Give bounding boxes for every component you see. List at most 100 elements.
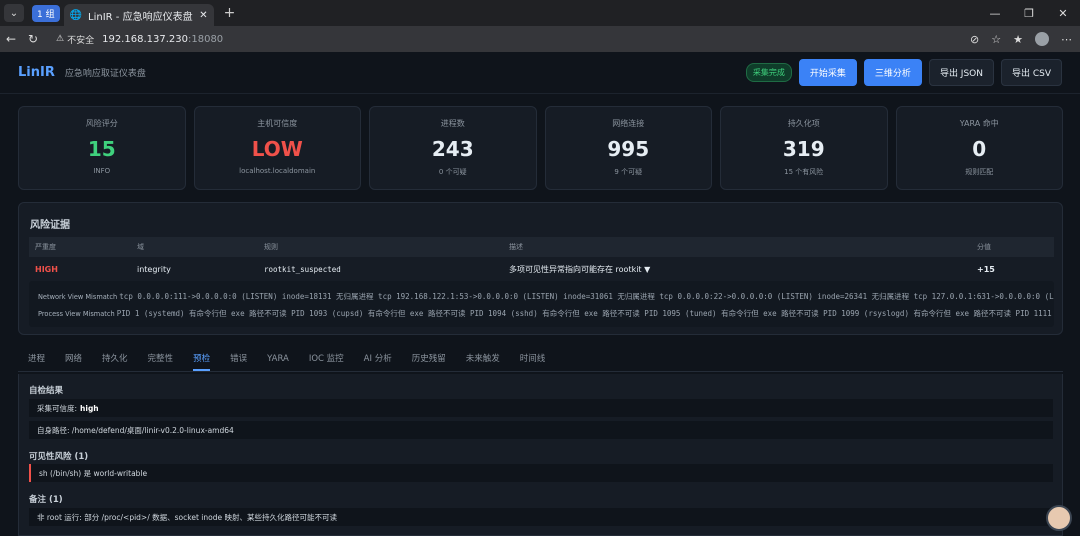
- tab-history[interactable]: 历史残留: [412, 352, 446, 371]
- new-tab-button[interactable]: +: [224, 5, 236, 21]
- card-label: 进程数: [440, 119, 465, 128]
- item-text: 非 root 运行: 部分 /proc/<pid>/ 数据、socket ino…: [37, 512, 337, 522]
- back-icon[interactable]: ←: [0, 32, 22, 46]
- card-process-count: 进程数 243 0 个可疑: [369, 106, 537, 190]
- card-label: 持久化项: [787, 119, 820, 128]
- tab-errors[interactable]: 错误: [230, 352, 247, 371]
- card-value: 995: [607, 137, 650, 161]
- app-subtitle: 应急响应取证仪表盘: [64, 69, 146, 79]
- card-value: LOW: [251, 137, 303, 161]
- address-bar-row: ← ↻ ⚠ 不安全 192.168.137.230:18080 ⊘ ☆ ★ ⋯: [0, 26, 1080, 52]
- detail-label: Process View Mismatch: [38, 310, 115, 318]
- desc-cell[interactable]: 多项可见性异常指向可能存在 rootkit ▼: [509, 264, 650, 275]
- favorites-icon[interactable]: ★: [1013, 33, 1023, 46]
- risk-title: 风险证据: [30, 220, 70, 231]
- risk-table-header: 严重度 域 规则 描述 分值: [29, 237, 1054, 257]
- app-logo: LinIR: [18, 65, 55, 80]
- card-note: 15 个有风险: [784, 168, 824, 176]
- tab-ai[interactable]: AI 分析: [364, 352, 392, 371]
- tab-search-button[interactable]: ⌄: [4, 4, 24, 22]
- card-persistence: 持久化项 319 15 个有风险: [720, 106, 888, 190]
- detail-text: PID 1 (systemd) 有命令行但 exe 路径不可读 PID 1093…: [116, 309, 1054, 318]
- section-tabs: 进程 网络 持久化 完整性 预检 错误 YARA IOC 监控 AI 分析 历史…: [18, 348, 1063, 372]
- col-score: 分值: [977, 243, 991, 251]
- list-item: 采集可信度: high: [29, 399, 1053, 417]
- tab-group-label[interactable]: 1 组: [32, 4, 60, 22]
- list-item: 自身路径: /home/defend/桌面/linir-v0.2.0-linux…: [29, 421, 1053, 439]
- tab-future[interactable]: 未来触发: [466, 352, 500, 371]
- card-label: 风险评分: [85, 119, 118, 128]
- export-json-button[interactable]: 导出 JSON: [928, 59, 994, 86]
- window-controls: — ❐ ✕: [978, 0, 1080, 26]
- section-visibility-risk: 可见性风险 (1): [29, 452, 89, 462]
- browser-tab[interactable]: 🌐 LinIR - 应急响应仪表盘 ✕: [63, 4, 214, 26]
- browser-chrome: ⌄ 1 组 🌐 LinIR - 应急响应仪表盘 ✕ + — ❐ ✕ ← ↻ ⚠ 不…: [0, 0, 1080, 52]
- assistant-avatar-button[interactable]: [1046, 505, 1072, 531]
- url-port: :18080: [187, 33, 224, 45]
- tab-ioc[interactable]: IOC 监控: [309, 352, 344, 371]
- more-icon[interactable]: ⋯: [1061, 33, 1072, 46]
- tab-timeline[interactable]: 时间线: [520, 352, 546, 371]
- card-note: 0 个可疑: [438, 168, 467, 176]
- card-label: YARA 命中: [959, 119, 999, 128]
- tab-network[interactable]: 网络: [65, 352, 82, 371]
- card-note: INFO: [93, 167, 111, 175]
- risk-evidence-panel: 风险证据 严重度 域 规则 描述 分值 HIGH integrity rootk…: [18, 202, 1063, 335]
- rule-cell: rootkit_suspected: [264, 264, 341, 274]
- close-icon[interactable]: ✕: [199, 10, 207, 21]
- address-bar-icons: ⊘ ☆ ★ ⋯: [970, 26, 1072, 52]
- card-note: 规则匹配: [965, 168, 994, 176]
- close-window-icon[interactable]: ✕: [1046, 0, 1080, 26]
- translate-icon[interactable]: ⊘: [970, 33, 979, 46]
- tab-precheck[interactable]: 预检: [193, 352, 211, 371]
- 3d-analysis-button[interactable]: 三维分析: [863, 59, 922, 86]
- network-mismatch-line: Network View Mismatch tcp 0.0.0.0:111->0…: [38, 291, 1054, 302]
- card-yara: YARA 命中 0 规则匹配: [895, 106, 1063, 190]
- card-value: 243: [431, 137, 474, 161]
- item-text: 自身路径: /home/defend/桌面/linir-v0.2.0-linux…: [37, 425, 234, 435]
- star-icon[interactable]: ☆: [991, 33, 1001, 46]
- tab-integrity[interactable]: 完整性: [148, 352, 174, 371]
- app-header: LinIR 应急响应取证仪表盘 采集完成 开始采集 三维分析 导出 JSON 导…: [0, 52, 1080, 94]
- section-notes: 备注 (1): [29, 495, 63, 505]
- tab-process[interactable]: 进程: [28, 352, 45, 371]
- section-self-check: 自检结果: [29, 386, 64, 396]
- minimize-icon[interactable]: —: [978, 0, 1012, 26]
- card-value: 319: [782, 137, 825, 161]
- process-mismatch-line: Process View Mismatch PID 1 (systemd) 有命…: [38, 308, 1054, 319]
- header-actions: 采集完成 开始采集 三维分析 导出 JSON 导出 CSV: [745, 59, 1062, 86]
- severity-cell: HIGH: [35, 264, 58, 274]
- card-risk-score: 风险评分 15 INFO: [18, 106, 186, 190]
- insecure-label: 不安全: [67, 35, 95, 46]
- start-collect-button[interactable]: 开始采集: [798, 59, 857, 86]
- warning-icon: ⚠: [56, 34, 65, 44]
- card-network: 网络连接 995 9 个可疑: [544, 106, 712, 190]
- item-label: 采集可信度:: [37, 403, 78, 413]
- card-label: 主机可信度: [257, 119, 298, 128]
- security-indicator[interactable]: ⚠ 不安全: [56, 33, 94, 46]
- card-value: 0: [972, 137, 987, 161]
- detail-label: Network View Mismatch: [38, 293, 118, 301]
- table-row[interactable]: HIGH integrity rootkit_suspected 多项可见性异常…: [29, 259, 1054, 279]
- card-note: localhost.localdomain: [239, 167, 316, 175]
- export-csv-button[interactable]: 导出 CSV: [1000, 59, 1062, 86]
- browser-tab-title: LinIR - 应急响应仪表盘: [88, 11, 193, 23]
- summary-cards: 风险评分 15 INFO 主机可信度 LOW localhost.localdo…: [18, 106, 1063, 190]
- profile-avatar[interactable]: [1035, 32, 1049, 46]
- card-host-trust: 主机可信度 LOW localhost.localdomain: [193, 106, 361, 190]
- tab-persistence[interactable]: 持久化: [102, 352, 128, 371]
- col-desc: 描述: [509, 243, 523, 251]
- risk-detail: Network View Mismatch tcp 0.0.0.0:111->0…: [29, 281, 1054, 327]
- score-cell: +15: [977, 264, 995, 274]
- list-item: sh (/bin/sh) 是 world-writable: [29, 464, 1053, 482]
- globe-icon: 🌐: [69, 9, 83, 21]
- domain-cell: integrity: [137, 264, 171, 274]
- list-item: 非 root 运行: 部分 /proc/<pid>/ 数据、socket ino…: [29, 508, 1053, 526]
- reload-icon[interactable]: ↻: [22, 32, 44, 46]
- url-field[interactable]: 192.168.137.230:18080: [102, 34, 223, 45]
- tab-yara[interactable]: YARA: [267, 354, 289, 371]
- restore-icon[interactable]: ❐: [1012, 0, 1046, 26]
- col-severity: 严重度: [35, 243, 56, 251]
- detail-text: tcp 0.0.0.0:111->0.0.0.0:0 (LISTEN) inod…: [119, 292, 1054, 301]
- tab-strip: ⌄ 1 组 🌐 LinIR - 应急响应仪表盘 ✕ +: [0, 0, 1080, 26]
